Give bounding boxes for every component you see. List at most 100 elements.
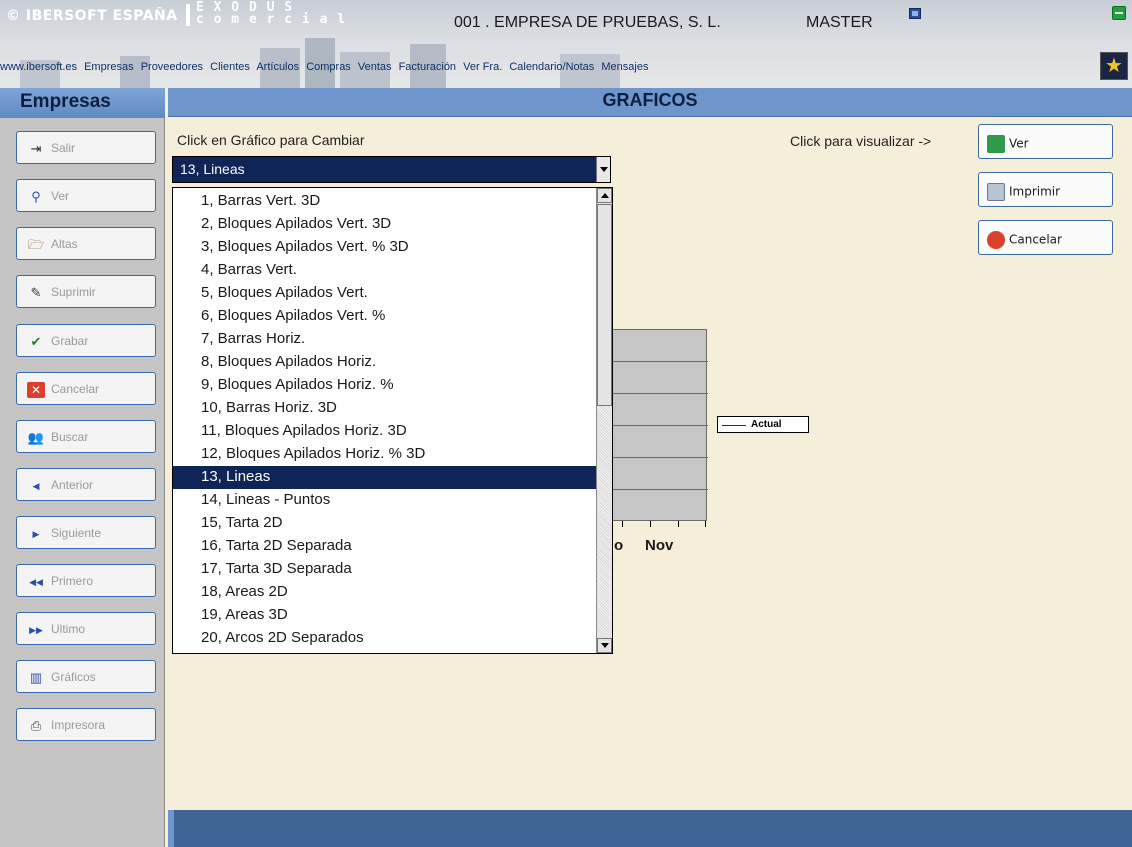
- x-icon: ✕: [27, 382, 45, 398]
- nav-link-proveedores[interactable]: Proveedores: [141, 61, 203, 73]
- dropdown-option[interactable]: 18, Areas 2D: [173, 581, 597, 604]
- nav-link-articulos[interactable]: Artículos: [256, 61, 299, 73]
- scroll-up-arrow-icon[interactable]: [597, 188, 612, 203]
- star-icon[interactable]: [1100, 52, 1128, 80]
- exit-button[interactable]: ⇥ Salir: [16, 131, 156, 164]
- printer-icon: ⎙: [30, 718, 42, 733]
- dropdown-option-selected[interactable]: 13, Lineas: [173, 466, 597, 489]
- dropdown-option[interactable]: 9, Bloques Apilados Horiz. %: [173, 374, 597, 397]
- chart-type-select[interactable]: 13, Lineas: [172, 156, 611, 183]
- minimize-button[interactable]: [1112, 6, 1126, 20]
- dropdown-option[interactable]: 3, Bloques Apilados Vert. % 3D: [173, 236, 597, 259]
- cancel-button[interactable]: ✕ Cancelar: [16, 372, 156, 405]
- printer-button-label: Impresora: [51, 718, 106, 733]
- brand-logo: © IBERSOFT ESPAÑA: [6, 8, 178, 24]
- dropdown-option[interactable]: 4, Barras Vert.: [173, 259, 597, 282]
- dropdown-option[interactable]: 6, Bloques Apilados Vert. %: [173, 305, 597, 328]
- dropdown-option[interactable]: 1, Barras Vert. 3D: [173, 190, 597, 213]
- printer-button[interactable]: ⎙ Impresora: [16, 708, 156, 741]
- previous-button-label: Anterior: [51, 478, 94, 493]
- dropdown-option[interactable]: 10, Barras Horiz. 3D: [173, 397, 597, 420]
- print-button[interactable]: Imprimir: [978, 172, 1113, 207]
- dropdown-option[interactable]: 20, Arcos 2D Separados: [173, 627, 597, 650]
- chart-gridline: [613, 361, 708, 362]
- next-button[interactable]: ▶ Siguiente: [16, 516, 156, 549]
- product-logo: E X O D U S c o m e r c i a l: [196, 1, 347, 27]
- last-button-label: Ultimo: [51, 622, 86, 637]
- people-icon: 👥: [27, 430, 45, 445]
- dropdown-option[interactable]: 8, Bloques Apilados Horiz.: [173, 351, 597, 374]
- chart-plot-area: [612, 329, 708, 521]
- save-button-label: Grabar: [51, 334, 89, 349]
- nav-link-ventas[interactable]: Ventas: [358, 61, 392, 73]
- printer-icon: [987, 183, 1005, 201]
- dropdown-option[interactable]: 11, Bloques Apilados Horiz. 3D: [173, 420, 597, 443]
- sidebar-title: Empresas: [0, 88, 165, 118]
- dropdown-option[interactable]: 5, Bloques Apilados Vert.: [173, 282, 597, 305]
- view-chart-button[interactable]: Ver: [978, 124, 1113, 159]
- company-name: 001 . EMPRESA DE PRUEBAS, S. L.: [454, 14, 721, 31]
- first-button[interactable]: ◀◀ Primero: [16, 564, 156, 597]
- chart-x-label: Nov: [645, 537, 674, 554]
- dropdown-option[interactable]: 2, Bloques Apilados Vert. 3D: [173, 213, 597, 236]
- dropdown-option[interactable]: 12, Bloques Apilados Horiz. % 3D: [173, 443, 597, 466]
- chart-tick: [705, 521, 706, 527]
- chart-type-dropdown-list[interactable]: 1, Barras Vert. 3D 2, Bloques Apilados V…: [172, 187, 613, 654]
- dropdown-option[interactable]: 14, Lineas - Puntos: [173, 489, 597, 512]
- dropdown-option[interactable]: 7, Barras Horiz.: [173, 328, 597, 351]
- nav-link-ver-fra[interactable]: Ver Fra.: [463, 61, 502, 73]
- chart-tick: [678, 521, 679, 527]
- nav-link-clientes[interactable]: Clientes: [210, 61, 250, 73]
- first-button-label: Primero: [51, 574, 94, 589]
- top-nav: www.ibersoft.es Empresas Proveedores Cli…: [0, 61, 652, 73]
- city-skyline-background: [20, 38, 620, 88]
- status-bar: [168, 810, 1132, 847]
- charts-button[interactable]: ▥ Gráficos: [16, 660, 156, 693]
- dropdown-arrow-icon[interactable]: [596, 157, 610, 182]
- nav-link-facturacion[interactable]: Facturación: [399, 61, 456, 73]
- dropdown-option[interactable]: 17, Tarta 3D Separada: [173, 558, 597, 581]
- sidebar: Empresas ⇥ Salir ⚲ Ver 🗁 Altas ✎ Suprimir ✔ G…: [0, 88, 165, 847]
- dropdown-scrollbar[interactable]: [596, 188, 612, 653]
- chart-gridline: [613, 457, 708, 458]
- last-arrow-icon: ▶▶: [29, 625, 43, 635]
- nav-link-empresas[interactable]: Empresas: [84, 61, 134, 73]
- refresh-icon: [987, 135, 1005, 153]
- chart-tick: [650, 521, 651, 527]
- window-icon[interactable]: [909, 8, 921, 19]
- chart-legend: Actual: [717, 416, 809, 433]
- delete-button[interactable]: ✎ Suprimir: [16, 275, 156, 308]
- cancel-chart-button[interactable]: Cancelar: [978, 220, 1113, 255]
- nav-link-compras[interactable]: Compras: [306, 61, 351, 73]
- new-button[interactable]: 🗁 Altas: [16, 227, 156, 260]
- last-button[interactable]: ▶▶ Ultimo: [16, 612, 156, 645]
- dropdown-option[interactable]: 15, Tarta 2D: [173, 512, 597, 535]
- logo-separator: [186, 4, 190, 26]
- folder-open-icon: 🗁: [27, 237, 45, 252]
- chart-x-label: o: [614, 537, 624, 554]
- charts-button-label: Gráficos: [51, 670, 96, 685]
- save-button[interactable]: ✔ Grabar: [16, 324, 156, 357]
- eraser-icon: ✎: [30, 285, 42, 300]
- cancel-button-label: Cancelar: [51, 382, 100, 397]
- chart-gridline: [613, 393, 708, 394]
- dropdown-option[interactable]: 19, Areas 3D: [173, 604, 597, 627]
- scroll-down-arrow-icon[interactable]: [597, 638, 612, 653]
- search-button[interactable]: 👥 Buscar: [16, 420, 156, 453]
- view-button[interactable]: ⚲ Ver: [16, 179, 156, 212]
- nav-link-website[interactable]: www.ibersoft.es: [0, 61, 77, 73]
- delete-button-label: Suprimir: [51, 285, 96, 300]
- search-button-label: Buscar: [51, 430, 89, 445]
- product-logo-line2: c o m e r c i a l: [196, 12, 347, 27]
- dropdown-option[interactable]: 16, Tarta 2D Separada: [173, 535, 597, 558]
- nav-link-calendario[interactable]: Calendario/Notas: [509, 61, 594, 73]
- instruction-label: Click en Gráfico para Cambiar: [177, 132, 365, 148]
- nav-link-mensajes[interactable]: Mensajes: [601, 61, 648, 73]
- scroll-thumb[interactable]: [597, 204, 612, 406]
- next-button-label: Siguiente: [51, 526, 102, 541]
- print-button-label: Imprimir: [1009, 184, 1061, 199]
- previous-button[interactable]: ◀ Anterior: [16, 468, 156, 501]
- view-hint-label: Click para visualizar ->: [790, 133, 932, 149]
- bar-chart-icon: ▥: [29, 670, 43, 685]
- checkmark-icon: ✔: [30, 334, 42, 349]
